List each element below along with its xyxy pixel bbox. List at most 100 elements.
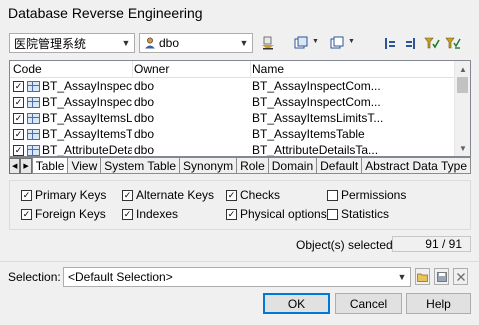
deselect-all-button[interactable] [328,34,346,52]
tab-table[interactable]: Table [31,158,69,174]
open-selection-button[interactable] [415,268,430,285]
dialog-title: Database Reverse Engineering [8,5,203,21]
column-header-owner[interactable]: Owner [132,62,250,76]
row-owner: dbo [134,111,155,125]
chevron-down-icon: ▼ [239,38,249,48]
cell-code: ✓ BT_AttributeDetail... [10,143,132,156]
deselect-all-icon [330,36,344,49]
check-filter-button[interactable] [423,34,441,52]
ok-button[interactable]: OK [263,293,330,314]
row-checkbox[interactable]: ✓ [13,96,24,108]
row-name: BT_AssayInspectCom... [252,95,381,109]
option-primary-keys[interactable]: ✓ Primary Keys [21,188,106,202]
checkbox[interactable]: ✓ [226,189,237,201]
help-button[interactable]: Help [406,293,471,314]
checkbox[interactable] [327,208,338,220]
list-rows: ✓ BT_AssayInspect...dbo BT_AssayInspectCom… [10,78,470,157]
option-physical-options[interactable]: ✓ Physical options [226,207,327,221]
select-all-button[interactable] [292,34,310,52]
option-checks[interactable]: ✓ Checks [226,188,280,202]
check-filter-icon [424,37,440,49]
selection-combo[interactable]: <Default Selection> ▼ [63,267,411,287]
uncheck-filter-button[interactable] [444,34,462,52]
option-foreign-keys[interactable]: ✓ Foreign Keys [21,207,106,221]
save-selection-button[interactable] [434,268,449,285]
table-row[interactable]: ✓ BT_AttributeDetail...dbo BT_AttributeDet… [10,142,470,157]
cancel-button[interactable]: Cancel [335,293,402,314]
column-header-name[interactable]: Name [250,62,455,76]
table-row[interactable]: ✓ BT_AssayItemsLi...dbo BT_AssayItemsLimit… [10,110,470,126]
option-indexes[interactable]: ✓ Indexes [122,207,178,221]
sort-up-button[interactable] [381,34,399,52]
row-checkbox[interactable]: ✓ [13,128,24,140]
objects-selected-label: Object(s) selected: [296,238,397,252]
option-label: Permissions [341,188,407,202]
column-divider [132,61,133,78]
option-label: Statistics [341,207,390,221]
tab-synonym[interactable]: Synonym [179,158,238,174]
option-statistics[interactable]: Statistics [327,207,389,221]
scroll-up-icon[interactable]: ▲ [455,61,470,77]
select-all-icon [294,36,308,49]
chevron-down-icon: ▼ [397,272,407,282]
row-name: BT_AssayItemsTable [252,127,365,141]
database-combo-value: 医院管理系统 [14,36,87,51]
option-label: Alternate Keys [136,188,215,202]
row-code: BT_AssayInspect... [42,95,132,109]
row-owner: dbo [134,127,155,141]
row-code: BT_AssayItemsLi... [42,111,132,125]
sort-down-button[interactable] [402,34,420,52]
row-name: BT_AssayInspectCom... [252,79,381,93]
row-checkbox[interactable]: ✓ [13,80,24,92]
table-row[interactable]: ✓ BT_AssayInspect...dbo BT_AssayInspectCom… [10,78,470,94]
option-label: Physical options [240,207,327,221]
scroll-thumb[interactable] [457,77,468,93]
tab-view[interactable]: View [67,158,102,174]
close-icon [456,272,465,281]
table-icon [27,128,40,140]
table-row[interactable]: ✓ BT_AssayInspect...dbo BT_AssayInspectCom… [10,94,470,110]
separator [0,261,479,262]
user-icon [145,37,155,49]
tab-domain[interactable]: Domain [267,158,318,174]
object-list[interactable]: Code Owner Name ✓BT_AssayInspect...dboBT… [9,60,471,157]
column-header-code[interactable]: Code [10,62,132,76]
vertical-scrollbar[interactable]: ▲ ▼ [454,61,470,156]
table-icon [27,80,40,92]
checkbox[interactable] [327,189,338,201]
option-alternate-keys[interactable]: ✓ Alternate Keys [122,188,214,202]
tab-scroll-left-icon[interactable]: ◀ [9,158,21,174]
tab-default[interactable]: Default [316,158,363,174]
selection-label: Selection: [8,270,61,284]
uncheck-filter-icon [445,37,461,49]
row-owner: dbo [134,143,155,157]
column-divider [250,61,251,78]
checkbox[interactable]: ✓ [122,189,133,201]
checkbox[interactable]: ✓ [122,208,133,220]
dropdown-arrow-icon[interactable]: ▼ [312,38,319,45]
row-checkbox[interactable]: ✓ [13,144,24,156]
delete-selection-button[interactable] [453,268,468,285]
cell-code: ✓ BT_AssayItemsTa... [10,127,132,141]
row-checkbox[interactable]: ✓ [13,112,24,124]
option-permissions[interactable]: Permissions [327,188,406,202]
checkbox[interactable]: ✓ [226,208,237,220]
tab-abstract-data-type[interactable]: Abstract Data Type [361,158,471,174]
list-header: Code Owner Name [10,61,470,78]
row-code: BT_AssayItemsTa... [42,127,132,141]
checkbox[interactable]: ✓ [21,208,32,220]
table-row[interactable]: ✓ BT_AssayItemsTa...dbo BT_AssayItemsTable [10,126,470,142]
checkbox[interactable]: ✓ [21,189,32,201]
owner-combo[interactable]: dbo ▼ [139,33,253,53]
scroll-down-icon[interactable]: ▼ [455,140,470,156]
database-combo[interactable]: 医院管理系统 ▼ [9,33,135,53]
row-owner: dbo [134,79,155,93]
option-label: Checks [240,188,281,202]
tab-system-table[interactable]: System Table [100,158,181,174]
save-icon [436,271,447,282]
tab-role[interactable]: Role [236,158,269,174]
tab-scroll-right-icon[interactable]: ▶ [20,158,32,174]
row-name: BT_AssayItemsLimitsT... [252,111,384,125]
filter-button[interactable] [259,34,277,52]
dropdown-arrow-icon[interactable]: ▼ [348,38,355,45]
